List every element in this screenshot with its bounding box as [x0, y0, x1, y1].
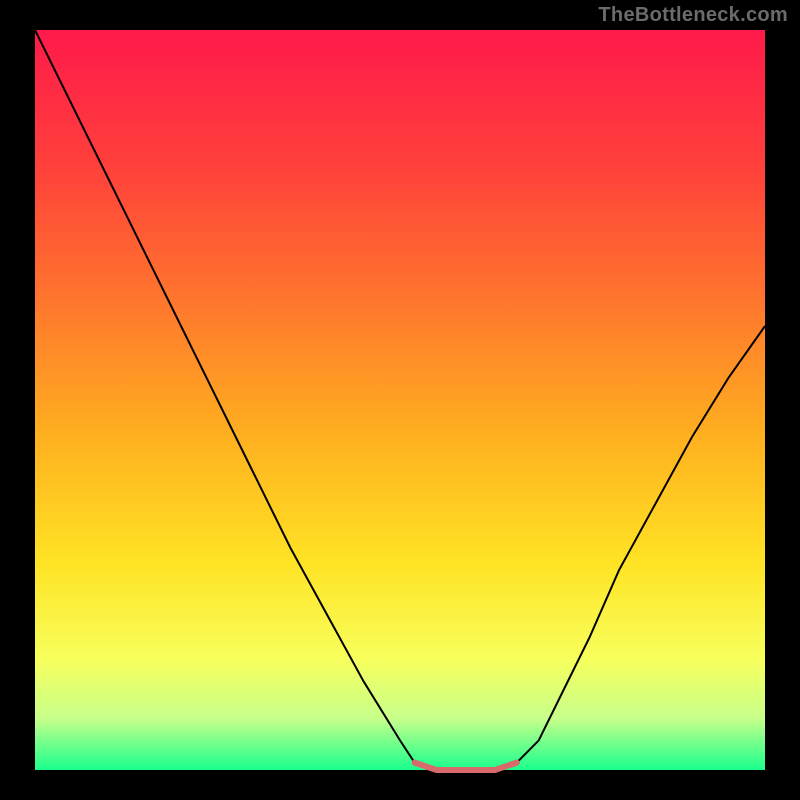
chart-stage: TheBottleneck.com	[0, 0, 800, 800]
bottleneck-chart	[0, 0, 800, 800]
watermark-text: TheBottleneck.com	[598, 4, 788, 27]
plot-background	[35, 30, 765, 770]
